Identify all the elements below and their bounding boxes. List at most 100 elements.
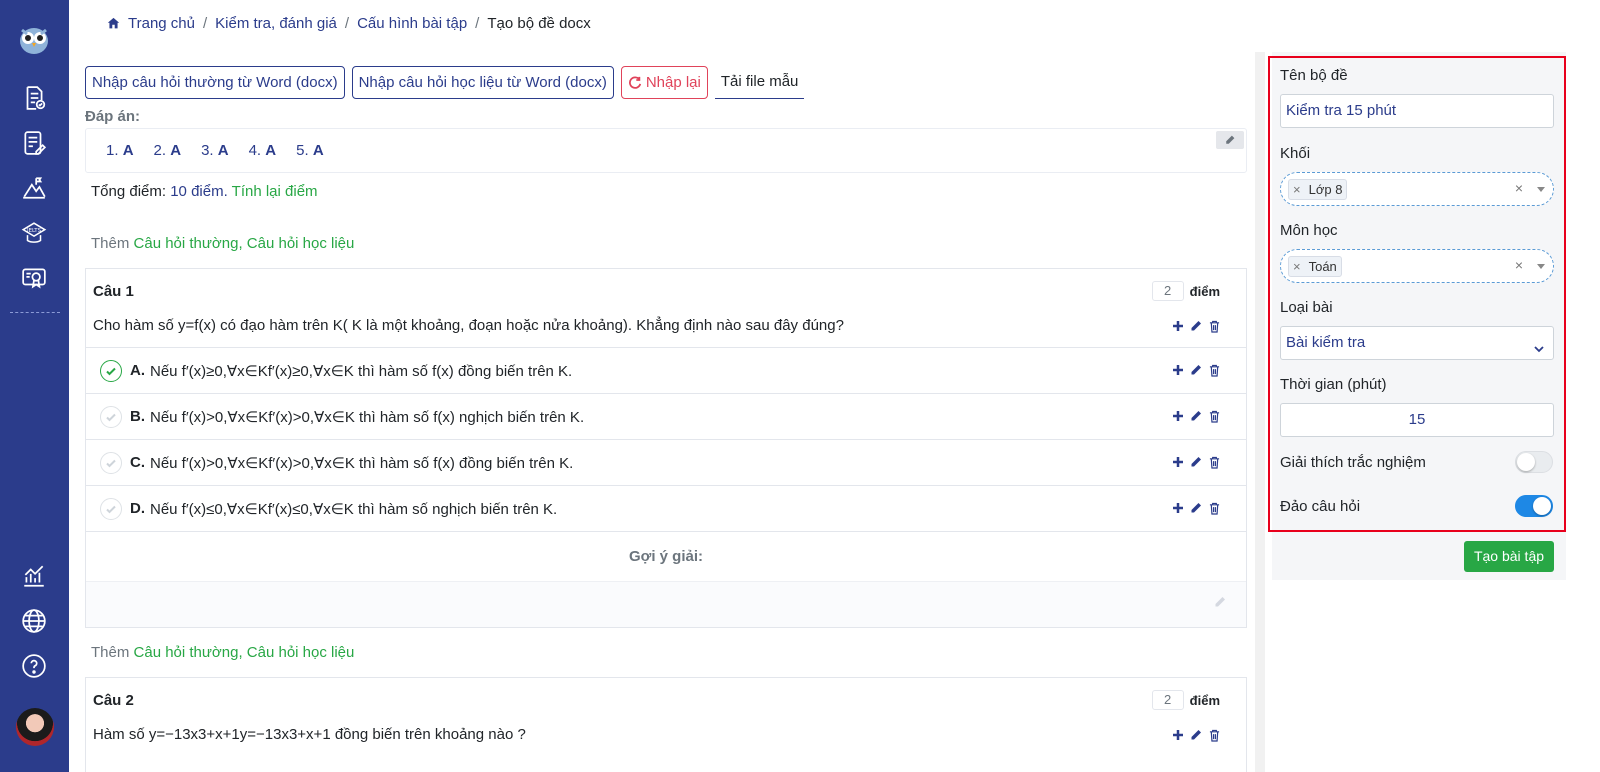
answer-item: 1. A <box>106 142 134 159</box>
shuffle-toggle[interactable] <box>1515 495 1553 517</box>
clear-icon[interactable]: × <box>1515 180 1523 196</box>
breadcrumb-home[interactable]: Trang chủ <box>128 15 195 32</box>
import-normal-button[interactable]: Nhập câu hỏi thường từ Word (docx) <box>85 66 345 99</box>
grade-select[interactable]: × Lớp 8 × <box>1280 172 1554 206</box>
home-icon <box>107 15 120 32</box>
trash-icon[interactable] <box>1208 363 1220 377</box>
pencil-icon[interactable] <box>1190 501 1202 515</box>
answers-box: 1. A 2. A 3. A 4. A 5. A <box>85 128 1247 173</box>
document-edit-icon[interactable] <box>20 129 48 157</box>
subject-select[interactable]: × Toán × <box>1280 249 1554 283</box>
clear-icon[interactable]: × <box>1515 257 1523 273</box>
answer-item: 4. A <box>248 142 277 159</box>
toolbar: Nhập câu hỏi thường từ Word (docx) Nhập … <box>85 66 805 99</box>
question-card: Câu 1 2 điểm Cho hàm số y=f(x) có đạo hà… <box>85 268 1247 628</box>
add-question-links[interactable]: Câu hỏi thường, Câu hỏi học liệu <box>134 235 355 252</box>
question-points: 2 điểm <box>1151 690 1220 710</box>
pencil-icon[interactable] <box>1190 455 1202 469</box>
sidebar-divider <box>10 312 60 313</box>
trash-icon[interactable] <box>1208 409 1220 423</box>
check-icon[interactable] <box>100 405 122 428</box>
ielts-icon[interactable]: IELTS <box>20 220 48 248</box>
create-exercise-button[interactable]: Tạo bài tập <box>1464 541 1554 572</box>
add-question-line: Thêm Câu hỏi thường, Câu hỏi học liệu <box>91 644 355 661</box>
answer-item: 2. A <box>153 142 182 159</box>
import-material-button[interactable]: Nhập câu hỏi học liệu từ Word (docx) <box>351 66 614 99</box>
breadcrumb-config[interactable]: Cấu hình bài tập <box>357 15 467 32</box>
name-label: Tên bộ đề <box>1280 67 1348 84</box>
pencil-icon[interactable] <box>1190 409 1202 423</box>
answer-item: 3. A <box>201 142 229 159</box>
question-card: Câu 2 2 điểm Hàm số y=−13x3+x+1y=−13x3+x… <box>85 677 1247 772</box>
caret-down-icon[interactable] <box>1537 187 1545 192</box>
edit-answers-button[interactable] <box>1216 131 1244 149</box>
pencil-icon[interactable] <box>1190 363 1202 377</box>
owl-logo-icon[interactable] <box>17 22 51 56</box>
option-row[interactable]: C. Nếu f′(x)>0,∀x∈Kf′(x)>0,∀x∈K thì hàm … <box>86 439 1246 485</box>
statistics-icon[interactable] <box>20 562 48 590</box>
question-points: 2 điểm <box>1151 281 1220 301</box>
sidebar: IELTS <box>0 0 69 772</box>
hint-content[interactable] <box>86 581 1246 627</box>
time-label: Thời gian (phút) <box>1280 376 1387 393</box>
certificate-icon[interactable] <box>20 264 48 292</box>
type-label: Loại bài <box>1280 299 1333 316</box>
points-input[interactable]: 2 <box>1151 281 1184 301</box>
pencil-icon[interactable] <box>1214 596 1226 608</box>
explain-label: Giải thích trắc nghiệm <box>1280 454 1426 471</box>
svg-text:IELTS: IELTS <box>27 228 42 234</box>
question-tools <box>1172 319 1220 333</box>
breadcrumb: Trang chủ / Kiểm tra, đánh giá / Cấu hìn… <box>107 15 591 32</box>
check-icon[interactable] <box>100 497 122 520</box>
globe-icon[interactable] <box>20 607 48 635</box>
chevron-down-icon <box>1533 335 1545 367</box>
pencil-icon[interactable] <box>1190 728 1202 742</box>
type-select[interactable]: Bài kiểm tra <box>1280 326 1554 360</box>
grade-label: Khối <box>1280 145 1311 162</box>
help-icon[interactable] <box>20 652 48 680</box>
plus-icon[interactable] <box>1172 455 1184 469</box>
option-row[interactable]: B. Nếu f′(x)>0,∀x∈Kf′(x)>0,∀x∈K thì hàm … <box>86 393 1246 439</box>
option-row[interactable]: D. Nếu f′(x)≤0,∀x∈Kf′(x)≤0,∀x∈K thì hàm … <box>86 485 1246 531</box>
points-input[interactable]: 2 <box>1151 690 1184 710</box>
trash-icon[interactable] <box>1208 455 1220 469</box>
download-template-tab[interactable]: Tải file mẫu <box>714 66 805 99</box>
question-text: Hàm số y=−13x3+x+1y=−13x3+x+1 đồng biến … <box>86 718 1246 756</box>
avatar[interactable] <box>16 708 54 746</box>
explain-toggle[interactable] <box>1515 451 1553 473</box>
reset-label: Nhập lại <box>645 74 701 91</box>
caret-down-icon[interactable] <box>1537 264 1545 269</box>
total-score: Tổng điểm: 10 điểm. Tính lại điểm <box>91 183 318 200</box>
remove-tag-icon[interactable]: × <box>1293 257 1301 276</box>
document-check-icon[interactable] <box>20 84 48 112</box>
plus-icon[interactable] <box>1172 501 1184 515</box>
trash-icon[interactable] <box>1208 319 1220 333</box>
subject-label: Môn học <box>1280 222 1338 239</box>
mountain-chart-icon[interactable] <box>20 174 48 202</box>
answer-item: 5. A <box>296 142 324 159</box>
plus-icon[interactable] <box>1172 409 1184 423</box>
scrollbar[interactable] <box>1255 52 1265 772</box>
option-row[interactable]: A. Nếu f′(x)≥0,∀x∈Kf′(x)≥0,∀x∈K thì hàm … <box>86 347 1246 393</box>
trash-icon[interactable] <box>1208 501 1220 515</box>
correct-check-icon[interactable] <box>100 359 122 382</box>
pencil-icon <box>1225 135 1235 145</box>
pencil-icon[interactable] <box>1190 319 1202 333</box>
reset-button[interactable]: Nhập lại <box>620 66 708 99</box>
name-input[interactable]: Kiểm tra 15 phút <box>1280 94 1554 128</box>
breadcrumb-assessment[interactable]: Kiểm tra, đánh giá <box>215 15 337 32</box>
plus-icon[interactable] <box>1172 363 1184 377</box>
question-text: Cho hàm số y=f(x) có đạo hàm trên K( K l… <box>86 309 1246 347</box>
recalculate-score-link[interactable]: Tính lại điểm <box>232 183 318 200</box>
grade-tag[interactable]: × Lớp 8 <box>1288 179 1348 200</box>
remove-tag-icon[interactable]: × <box>1293 180 1301 199</box>
answers-label: Đáp án: <box>85 108 141 125</box>
check-icon[interactable] <box>100 451 122 474</box>
time-input[interactable]: 15 <box>1280 403 1554 437</box>
shuffle-label: Đảo câu hỏi <box>1280 498 1361 515</box>
trash-icon[interactable] <box>1208 728 1220 742</box>
subject-tag[interactable]: × Toán <box>1288 256 1342 277</box>
add-question-links[interactable]: Câu hỏi thường, Câu hỏi học liệu <box>134 644 355 661</box>
plus-icon[interactable] <box>1172 319 1184 333</box>
plus-icon[interactable] <box>1172 728 1184 742</box>
